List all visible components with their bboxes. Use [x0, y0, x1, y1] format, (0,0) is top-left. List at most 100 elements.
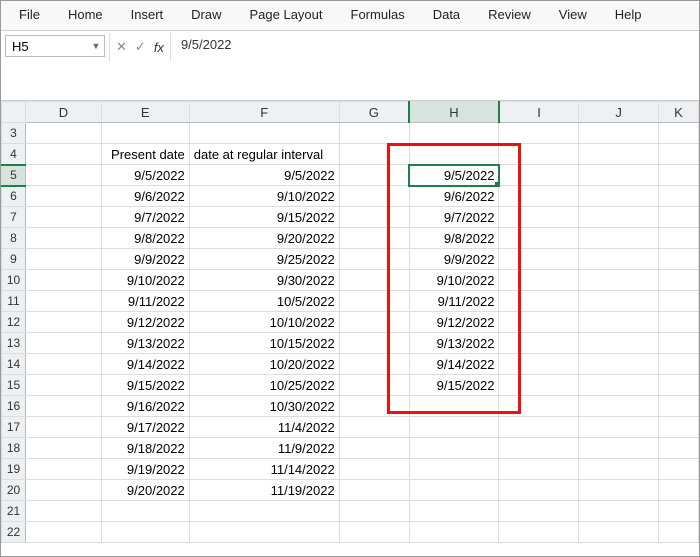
cell-D13[interactable]	[25, 333, 101, 354]
cell-F16[interactable]: 10/30/2022	[189, 396, 339, 417]
cell-J21[interactable]	[579, 501, 659, 522]
cell-F8[interactable]: 9/20/2022	[189, 228, 339, 249]
cell-E6[interactable]: 9/6/2022	[101, 186, 189, 207]
cell-D7[interactable]	[25, 207, 101, 228]
cell-J18[interactable]	[579, 438, 659, 459]
formula-bar[interactable]: 9/5/2022	[171, 31, 699, 58]
cell-F19[interactable]: 11/14/2022	[189, 459, 339, 480]
row-header-9[interactable]: 9	[2, 249, 26, 270]
row-header-22[interactable]: 22	[2, 522, 26, 543]
cell-J17[interactable]	[579, 417, 659, 438]
cell-D14[interactable]	[25, 354, 101, 375]
cell-I16[interactable]	[499, 396, 579, 417]
cell-J20[interactable]	[579, 480, 659, 501]
cell-H17[interactable]	[409, 417, 499, 438]
column-header-H[interactable]: H	[409, 102, 499, 123]
cell-K3[interactable]	[659, 123, 699, 144]
ribbon-tab-formulas[interactable]: Formulas	[351, 7, 405, 22]
cell-K16[interactable]	[659, 396, 699, 417]
cell-F3[interactable]	[189, 123, 339, 144]
ribbon-tab-file[interactable]: File	[19, 7, 40, 22]
cell-E20[interactable]: 9/20/2022	[101, 480, 189, 501]
cell-H15[interactable]: 9/15/2022	[409, 375, 499, 396]
cell-I3[interactable]	[499, 123, 579, 144]
cell-I5[interactable]	[499, 165, 579, 186]
row-header-16[interactable]: 16	[2, 396, 26, 417]
cell-J7[interactable]	[579, 207, 659, 228]
cell-G5[interactable]	[339, 165, 409, 186]
cell-H18[interactable]	[409, 438, 499, 459]
column-header-G[interactable]: G	[339, 102, 409, 123]
cell-H14[interactable]: 9/14/2022	[409, 354, 499, 375]
cell-I19[interactable]	[499, 459, 579, 480]
cell-E7[interactable]: 9/7/2022	[101, 207, 189, 228]
cell-H5[interactable]: 9/5/2022	[409, 165, 499, 186]
cell-K4[interactable]	[659, 144, 699, 165]
cell-G15[interactable]	[339, 375, 409, 396]
row-header-8[interactable]: 8	[2, 228, 26, 249]
row-header-10[interactable]: 10	[2, 270, 26, 291]
row-header-13[interactable]: 13	[2, 333, 26, 354]
row-header-5[interactable]: 5	[2, 165, 26, 186]
cell-J12[interactable]	[579, 312, 659, 333]
cell-H12[interactable]: 9/12/2022	[409, 312, 499, 333]
cell-D12[interactable]	[25, 312, 101, 333]
cell-E12[interactable]: 9/12/2022	[101, 312, 189, 333]
column-header-J[interactable]: J	[579, 102, 659, 123]
cell-I20[interactable]	[499, 480, 579, 501]
cell-K13[interactable]	[659, 333, 699, 354]
column-header-F[interactable]: F	[189, 102, 339, 123]
cell-H20[interactable]	[409, 480, 499, 501]
cell-H13[interactable]: 9/13/2022	[409, 333, 499, 354]
name-box-dropdown-icon[interactable]: ▼	[88, 36, 104, 56]
ribbon-tab-view[interactable]: View	[559, 7, 587, 22]
cell-E9[interactable]: 9/9/2022	[101, 249, 189, 270]
cell-D11[interactable]	[25, 291, 101, 312]
cell-G13[interactable]	[339, 333, 409, 354]
cell-J16[interactable]	[579, 396, 659, 417]
cell-J6[interactable]	[579, 186, 659, 207]
cell-I15[interactable]	[499, 375, 579, 396]
cell-E17[interactable]: 9/17/2022	[101, 417, 189, 438]
cell-E15[interactable]: 9/15/2022	[101, 375, 189, 396]
cell-D17[interactable]	[25, 417, 101, 438]
row-header-11[interactable]: 11	[2, 291, 26, 312]
column-header-D[interactable]: D	[25, 102, 101, 123]
cell-D16[interactable]	[25, 396, 101, 417]
cell-J22[interactable]	[579, 522, 659, 543]
cell-J9[interactable]	[579, 249, 659, 270]
cell-I21[interactable]	[499, 501, 579, 522]
cell-I22[interactable]	[499, 522, 579, 543]
cell-F15[interactable]: 10/25/2022	[189, 375, 339, 396]
cell-F17[interactable]: 11/4/2022	[189, 417, 339, 438]
fx-icon[interactable]: fx	[154, 40, 164, 55]
cell-F9[interactable]: 9/25/2022	[189, 249, 339, 270]
cell-G12[interactable]	[339, 312, 409, 333]
cell-K6[interactable]	[659, 186, 699, 207]
cell-H19[interactable]	[409, 459, 499, 480]
cell-H4[interactable]	[409, 144, 499, 165]
cell-K19[interactable]	[659, 459, 699, 480]
cell-H9[interactable]: 9/9/2022	[409, 249, 499, 270]
cell-E11[interactable]: 9/11/2022	[101, 291, 189, 312]
ribbon-tab-insert[interactable]: Insert	[131, 7, 164, 22]
cell-F11[interactable]: 10/5/2022	[189, 291, 339, 312]
cell-I12[interactable]	[499, 312, 579, 333]
cell-K7[interactable]	[659, 207, 699, 228]
column-header-I[interactable]: I	[499, 102, 579, 123]
cell-I11[interactable]	[499, 291, 579, 312]
cell-K5[interactable]	[659, 165, 699, 186]
cell-I14[interactable]	[499, 354, 579, 375]
cell-H8[interactable]: 9/8/2022	[409, 228, 499, 249]
cell-I13[interactable]	[499, 333, 579, 354]
cell-K17[interactable]	[659, 417, 699, 438]
cell-D20[interactable]	[25, 480, 101, 501]
cell-D10[interactable]	[25, 270, 101, 291]
cell-I4[interactable]	[499, 144, 579, 165]
cell-E14[interactable]: 9/14/2022	[101, 354, 189, 375]
ribbon-tab-pagelayout[interactable]: Page Layout	[250, 7, 323, 22]
cell-K21[interactable]	[659, 501, 699, 522]
cell-K9[interactable]	[659, 249, 699, 270]
cell-E21[interactable]	[101, 501, 189, 522]
cell-G18[interactable]	[339, 438, 409, 459]
